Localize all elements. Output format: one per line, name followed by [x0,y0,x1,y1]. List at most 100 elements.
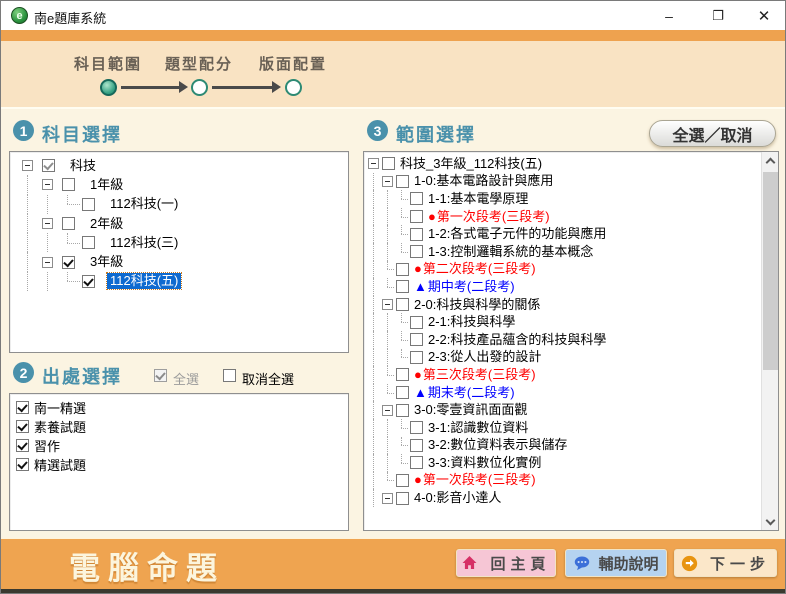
tree-label[interactable]: 1-0:基本電路設計與應用 [411,173,556,189]
tree-label[interactable]: 112科技(三) [107,235,181,251]
tree-label[interactable]: 1年級 [87,177,126,193]
tree-guide-line [368,208,382,226]
tree-connector [62,195,82,214]
tree-connector [396,454,410,472]
source-label[interactable]: 精選試題 [34,455,86,474]
tree-checkbox[interactable] [410,228,423,241]
scrollbar-thumb[interactable] [763,172,778,370]
home-button[interactable]: 回主頁 [456,549,556,577]
tree-connector [396,437,410,455]
step-circle-2[interactable] [191,79,208,96]
collapse-toggle-icon[interactable] [42,218,53,229]
tree-checkbox[interactable] [410,316,423,329]
tree-checkbox[interactable] [410,245,423,258]
tree-checkbox[interactable] [62,217,75,230]
tree-label[interactable]: 3-1:認識數位資料 [425,420,531,436]
tree-checkbox[interactable] [396,368,409,381]
select-all-toggle-button[interactable]: 全選／取消 [649,120,776,147]
source-checkbox[interactable] [16,420,29,433]
source-checkbox[interactable] [16,401,29,414]
next-step-button[interactable]: 下一步 [674,549,777,577]
tree-checkbox[interactable] [396,386,409,399]
tree-label[interactable]: ●第二次段考(三段考) [411,261,539,277]
tree-label[interactable]: 3年級 [87,254,126,270]
tree-label[interactable]: 科技 [67,158,99,174]
tree-checkbox[interactable] [396,175,409,188]
close-button[interactable]: ✕ [747,1,781,30]
collapse-toggle-icon[interactable] [42,257,53,268]
tree-checkbox[interactable] [396,474,409,487]
tree-checkbox[interactable] [82,275,95,288]
tree-guide-line [368,225,382,243]
tree-label[interactable]: 1-2:各式電子元件的功能與應用 [425,226,609,242]
tree-checkbox[interactable] [410,192,423,205]
tree-label[interactable]: ●第一次段考(三段考) [425,209,553,225]
tree-label[interactable]: 112科技(五) [107,273,181,289]
tree-label[interactable]: ●第三次段考(三段考) [411,367,539,383]
tree-label[interactable]: 2-1:科技與科學 [425,314,518,330]
scroll-up-icon[interactable] [762,152,779,168]
collapse-toggle-icon[interactable] [42,179,53,190]
help-button[interactable]: 輔助說明 [565,549,667,577]
tree-checkbox[interactable] [382,157,395,170]
tree-label[interactable]: 4-0:影音小達人 [411,490,504,506]
source-checkbox[interactable] [16,458,29,471]
tree-label[interactable]: 2年級 [87,216,126,232]
tree-checkbox[interactable] [410,210,423,223]
tree-checkbox[interactable] [410,439,423,452]
step-circle-1-active[interactable] [100,79,117,96]
tree-checkbox[interactable] [396,263,409,276]
collapse-toggle-icon[interactable] [22,160,33,171]
range-tree: 科技_3年級_112科技(五)1-0:基本電路設計與應用 1-1:基本電學原理 ●第… [364,152,760,530]
tree-checkbox[interactable] [82,198,95,211]
deselect-all-checkbox[interactable] [223,369,236,382]
tree-checkbox[interactable] [396,404,409,417]
collapse-toggle-icon[interactable] [382,299,393,310]
tree-label[interactable]: 2-3:從人出發的設計 [425,349,544,365]
tree-connector [382,278,396,296]
source-label[interactable]: 南一精選 [34,398,86,417]
tree-label[interactable]: 3-0:零壹資訊面面觀 [411,402,530,418]
tree-checkbox[interactable] [410,456,423,469]
tree-checkbox[interactable] [42,159,55,172]
tree-label[interactable]: 2-2:科技產品蘊含的科技與科學 [425,332,609,348]
tree-checkbox[interactable] [396,280,409,293]
source-label[interactable]: 素養試題 [34,417,86,436]
maximize-button[interactable]: ❐ [701,1,735,30]
minimize-button[interactable]: – [652,1,686,30]
tree-row: ●第三次段考(三段考) [368,366,760,384]
tree-label[interactable]: 1-1:基本電學原理 [425,191,531,207]
tree-checkbox[interactable] [410,333,423,346]
tree-guide-line [382,437,396,455]
tree-checkbox[interactable] [82,236,95,249]
step-arrow-icon [212,86,272,89]
tree-label[interactable]: 1-3:控制邏輯系統的基本概念 [425,244,596,260]
tree-label[interactable]: 2-0:科技與科學的關係 [411,297,543,313]
tree-label[interactable]: 3-3:資料數位化實例 [425,455,544,471]
tree-label[interactable]: 112科技(一) [107,196,181,212]
tree-checkbox[interactable] [410,421,423,434]
tree-label[interactable]: ▲期末考(二段考) [411,385,518,401]
tree-row: 1-3:控制邏輯系統的基本概念 [368,243,760,261]
collapse-toggle-icon[interactable] [368,158,379,169]
tree-checkbox[interactable] [396,298,409,311]
tree-label[interactable]: 科技_3年級_112科技(五) [397,156,545,172]
vertical-scrollbar[interactable] [761,152,778,530]
collapse-toggle-icon[interactable] [382,405,393,416]
scroll-down-icon[interactable] [762,514,779,530]
tree-label[interactable]: 3-2:數位資料表示與儲存 [425,437,570,453]
step-circle-3[interactable] [285,79,302,96]
select-all-checkbox[interactable] [154,369,167,382]
collapse-toggle-icon[interactable] [382,493,393,504]
tree-checkbox[interactable] [62,178,75,191]
tree-checkbox[interactable] [410,351,423,364]
tree-label[interactable]: ▲期中考(二段考) [411,279,518,295]
source-checkbox[interactable] [16,439,29,452]
collapse-toggle-icon[interactable] [382,176,393,187]
tree-label[interactable]: ●第一次段考(三段考) [411,472,539,488]
source-label[interactable]: 習作 [34,436,60,455]
section-3-badge: 3 [367,120,388,141]
tree-checkbox[interactable] [396,492,409,505]
tree-checkbox[interactable] [62,256,75,269]
tree-guide-line [382,419,396,437]
